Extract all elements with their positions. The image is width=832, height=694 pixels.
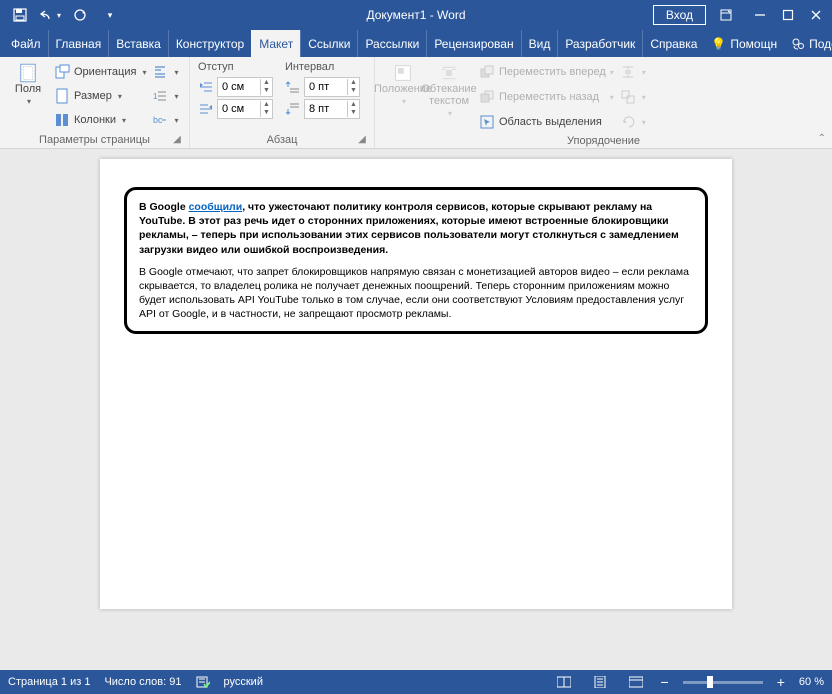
align-button: ▾	[620, 61, 646, 83]
page[interactable]: В Google сообщили, что ужесточают полити…	[100, 159, 732, 609]
spinner-up[interactable]: ▲	[261, 101, 272, 109]
signin-button[interactable]: Вход	[653, 5, 706, 25]
indent-left-icon	[198, 79, 214, 95]
tab-home[interactable]: Главная	[48, 30, 109, 57]
minimize-button[interactable]	[746, 2, 774, 28]
spacing-after-input[interactable]: ▲▼	[304, 99, 360, 119]
qat-customize[interactable]: ▾	[96, 2, 124, 28]
status-page[interactable]: Страница 1 из 1	[8, 676, 90, 688]
indent-right-input[interactable]: ▲▼	[217, 99, 273, 119]
tab-insert[interactable]: Вставка	[108, 30, 168, 57]
chevron-down-icon: ▾	[27, 97, 31, 106]
position-icon	[395, 65, 411, 81]
position-button: Положение▾	[383, 61, 423, 133]
spacing-before-input[interactable]: ▲▼	[304, 77, 360, 97]
spinner-down[interactable]: ▼	[261, 109, 272, 117]
zoom-slider-thumb[interactable]	[707, 676, 713, 688]
svg-text:1: 1	[153, 92, 158, 101]
breaks-icon	[152, 64, 168, 80]
line-numbers-icon: 1	[152, 88, 168, 104]
page-setup-caption: Параметры страницы	[39, 134, 150, 146]
spacing-before-icon	[285, 79, 301, 95]
text-box[interactable]: В Google сообщили, что ужесточают полити…	[124, 187, 708, 334]
send-backward-icon	[479, 89, 495, 105]
indent-right-icon	[198, 101, 214, 117]
columns-button[interactable]: Колонки▾	[54, 109, 146, 131]
wrap-icon	[441, 65, 457, 81]
view-web-layout[interactable]	[625, 672, 647, 692]
zoom-in-button[interactable]: +	[777, 674, 785, 690]
document-area[interactable]: В Google сообщили, что ужесточают полити…	[0, 149, 832, 670]
align-icon	[620, 64, 636, 80]
spacing-label: Интервал	[285, 61, 360, 73]
arrange-caption: Упорядочение	[567, 135, 640, 147]
tab-developer[interactable]: Разработчик	[557, 30, 642, 57]
spinner-down[interactable]: ▼	[348, 109, 359, 117]
selection-pane-icon	[479, 114, 495, 130]
zoom-level[interactable]: 60 %	[799, 676, 824, 688]
spacing-after-icon	[285, 101, 301, 117]
link-reported[interactable]: сообщили	[189, 201, 243, 213]
orientation-button[interactable]: Ориентация▾	[54, 61, 146, 83]
spinner-down[interactable]: ▼	[348, 87, 359, 95]
tab-review[interactable]: Рецензирован	[426, 30, 520, 57]
orientation-icon	[54, 64, 70, 80]
zoom-slider[interactable]	[683, 681, 763, 684]
margins-button[interactable]: Поля ▾	[8, 61, 48, 132]
svg-text:bc: bc	[153, 115, 163, 125]
spinner-up[interactable]: ▲	[348, 79, 359, 87]
rotate-button: ▾	[620, 111, 646, 133]
bring-forward-button: Переместить вперед▾	[479, 61, 614, 83]
status-words[interactable]: Число слов: 91	[104, 676, 181, 688]
undo-button[interactable]: ▾	[36, 2, 64, 28]
tab-help[interactable]: Справка	[642, 30, 704, 57]
tab-design[interactable]: Конструктор	[168, 30, 251, 57]
tell-me-button[interactable]: 💡Помощн	[704, 30, 784, 57]
page-setup-dialog-launcher[interactable]: ◢	[171, 133, 183, 145]
view-print-layout[interactable]	[589, 672, 611, 692]
paragraph-2: В Google отмечают, что запрет блокировщи…	[139, 265, 693, 322]
tab-file[interactable]: Файл	[4, 30, 48, 57]
group-icon	[620, 89, 636, 105]
collapse-ribbon-button[interactable]: ⌃	[818, 133, 826, 144]
paragraph-caption: Абзац	[267, 134, 298, 146]
maximize-button[interactable]	[774, 2, 802, 28]
ribbon-display-options[interactable]	[712, 2, 740, 28]
bring-forward-icon	[479, 64, 495, 80]
paragraph-dialog-launcher[interactable]: ◢	[356, 133, 368, 145]
group-button: ▾	[620, 86, 646, 108]
margins-icon	[20, 65, 36, 81]
share-icon	[791, 37, 805, 51]
view-read-mode[interactable]	[553, 672, 575, 692]
hyphenation-button[interactable]: bc▾	[152, 109, 178, 131]
send-backward-button: Переместить назад▾	[479, 86, 614, 108]
tab-references[interactable]: Ссылки	[300, 30, 357, 57]
spinner-up[interactable]: ▲	[261, 79, 272, 87]
tab-mailings[interactable]: Рассылки	[357, 30, 426, 57]
size-button[interactable]: Размер▾	[54, 85, 146, 107]
selection-pane-button[interactable]: Область выделения	[479, 111, 614, 133]
indent-left-input[interactable]: ▲▼	[217, 77, 273, 97]
breaks-button[interactable]: ▾	[152, 61, 178, 83]
window-title: Документ1 - Word	[366, 8, 465, 22]
zoom-out-button[interactable]: −	[661, 674, 669, 690]
status-language[interactable]: русский	[224, 676, 263, 688]
indent-label: Отступ	[198, 61, 273, 73]
save-button[interactable]	[6, 2, 34, 28]
redo-button[interactable]	[66, 2, 94, 28]
columns-icon	[54, 112, 70, 128]
close-button[interactable]	[802, 2, 830, 28]
lightbulb-icon: 💡	[711, 37, 726, 51]
tab-layout[interactable]: Макет	[251, 30, 300, 57]
status-spellcheck[interactable]	[196, 675, 210, 689]
rotate-icon	[620, 114, 636, 130]
tab-view[interactable]: Вид	[521, 30, 558, 57]
share-button[interactable]: Поделиться	[784, 30, 832, 57]
hyphenation-icon: bc	[152, 112, 168, 128]
spinner-down[interactable]: ▼	[261, 87, 272, 95]
line-numbers-button[interactable]: 1▾	[152, 85, 178, 107]
wrap-text-button: Обтекание текстом▾	[429, 61, 469, 133]
spinner-up[interactable]: ▲	[348, 101, 359, 109]
size-icon	[54, 88, 70, 104]
